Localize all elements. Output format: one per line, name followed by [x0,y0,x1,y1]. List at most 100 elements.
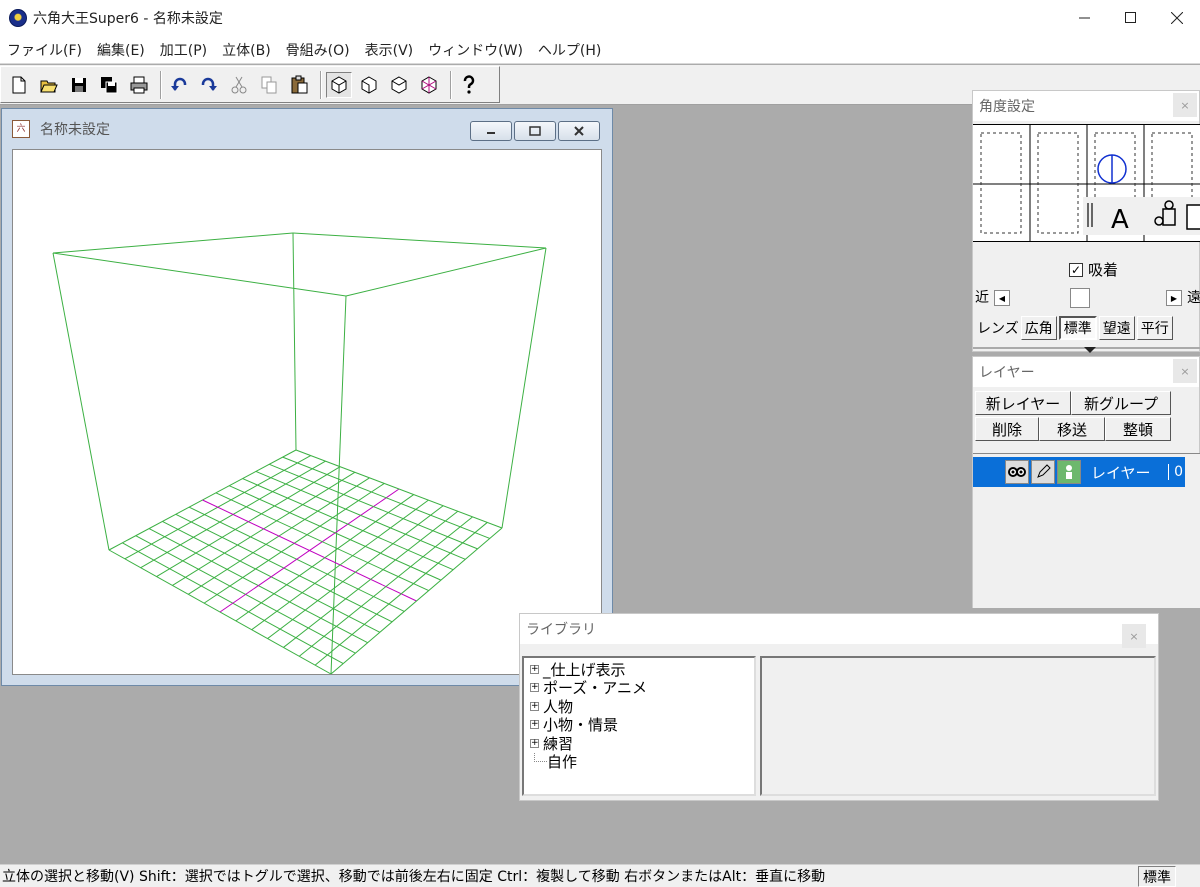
tree-item[interactable]: + ポーズ・アニメ [530,679,754,697]
minimize-button[interactable] [1062,0,1108,36]
library-panel-title[interactable]: ライブラリ [520,614,1158,644]
layer-row[interactable]: レイヤー 0 [973,457,1185,487]
slider-thumb[interactable] [1069,288,1090,308]
menu-edit[interactable]: 編集(E) [90,40,153,60]
expand-icon[interactable]: + [530,683,539,693]
angle-panel-title[interactable]: 角度設定 [973,91,1199,121]
help-button[interactable] [456,72,482,98]
distance-slider-track[interactable]: ◀ ▶ [992,288,1184,308]
doc-close-button[interactable] [558,121,600,141]
view-side-button[interactable] [356,72,382,98]
cut-button[interactable] [226,72,252,98]
copy-icon [261,76,277,93]
lens-wide-button[interactable]: 広角 [1020,316,1057,340]
save-button[interactable] [66,72,92,98]
slider-left-arrow[interactable]: ◀ [994,290,1010,306]
menu-skeleton[interactable]: 骨組み(O) [279,40,358,60]
document-titlebar[interactable]: 六 名称未設定 [2,109,612,149]
view-front-icon [331,75,347,94]
tree-item[interactable]: + 練習 [530,734,754,753]
cube-edge [345,247,547,297]
cube-edge [292,232,547,249]
layer-buttons: 新レイヤー 新グループ 削除 移送 整頓 [973,387,1199,447]
floor-grid-line [283,510,459,648]
layer-panel-close-button[interactable]: × [1173,359,1197,383]
tree-item[interactable]: + _仕上げ表示 [530,660,754,679]
doc-minimize-button[interactable] [470,121,512,141]
redo-button[interactable] [196,72,222,98]
document-window: 六 名称未設定 [1,108,613,686]
3d-viewport[interactable] [12,149,602,675]
expand-icon[interactable]: + [530,738,539,748]
minimize-icon [487,132,495,134]
menu-file[interactable]: ファイル(F) [0,40,90,60]
save-all-button[interactable] [96,72,122,98]
window-title: 六角大王Super6 - 名称未設定 [33,11,223,27]
arrange-layer-button[interactable]: 整頓 [1105,417,1171,441]
angle-view[interactable]: A [973,124,1200,242]
text-tool-icon: A [1111,205,1129,235]
wireframe-view [52,232,547,674]
app-logo-icon[interactable] [9,9,27,27]
library-preview[interactable] [760,656,1156,796]
angle-panel-close-button[interactable]: × [1173,93,1197,117]
lens-tele-button[interactable]: 望遠 [1098,316,1135,340]
collapse-arrow-icon[interactable] [1083,346,1097,354]
view-persp-button[interactable] [416,72,442,98]
delete-layer-button[interactable]: 削除 [975,417,1039,441]
tree-item[interactable]: 自作 [530,753,754,772]
lens-standard-button[interactable]: 標準 [1058,316,1097,340]
cut-icon [231,76,247,93]
menu-window[interactable]: ウィンドウ(W) [421,40,531,60]
close-button[interactable] [1154,0,1200,36]
maximize-button[interactable] [1108,0,1154,36]
view-front-button[interactable] [326,71,352,98]
tree-item-label: 自作 [547,753,578,772]
move-layer-button[interactable]: 移送 [1039,417,1105,441]
main-toolbar [0,66,500,103]
edit-pencil-icon[interactable] [1031,460,1055,484]
doc-restore-button[interactable] [514,121,556,141]
menu-process[interactable]: 加工(P) [153,40,215,60]
menu-view[interactable]: 表示(V) [358,40,422,60]
new-layer-button[interactable]: 新レイヤー [975,391,1071,415]
snap-toggle[interactable]: ✓ 吸着 [1069,259,1118,280]
expand-icon[interactable]: + [530,701,539,711]
tree-item[interactable]: + 人物 [530,697,754,716]
redo-icon [201,77,217,91]
new-group-button[interactable]: 新グループ [1071,391,1171,415]
library-panel-close-button[interactable]: × [1122,624,1146,648]
undo-button[interactable] [166,72,192,98]
layer-panel: レイヤー × 新レイヤー 新グループ 削除 移送 整頓 レイヤー 0 [972,356,1200,608]
expand-icon[interactable]: + [530,664,539,674]
layer-figure-icon[interactable] [1057,460,1081,484]
new-button[interactable] [6,72,32,98]
paste-button[interactable] [286,72,312,98]
print-button[interactable] [126,72,152,98]
toolbar-separator [450,70,452,99]
copy-button[interactable] [256,72,282,98]
status-mode: 標準 [1138,866,1176,887]
status-bar: 立体の選択と移動(V) Shift：選択ではトグルで選択、移動では前後左右に固定… [0,864,1200,887]
menu-help[interactable]: ヘルプ(H) [531,40,609,60]
print-icon [130,76,148,93]
menu-solid[interactable]: 立体(B) [215,40,279,60]
open-button[interactable] [36,72,62,98]
minimize-icon [1079,17,1090,19]
cube-edge [52,232,294,254]
slider-right-arrow[interactable]: ▶ [1166,290,1182,306]
tree-item[interactable]: + 小物・情景 [530,716,754,734]
library-tree: + _仕上げ表示 + ポーズ・アニメ + 人物 + 小物・情景 + 練習 自作 [522,656,756,796]
layer-panel-title[interactable]: レイヤー [973,357,1199,387]
save-icon [72,77,86,92]
view-top-button[interactable] [386,72,412,98]
snap-checkbox[interactable]: ✓ [1069,262,1083,277]
visibility-eye-icon[interactable] [1005,460,1029,484]
status-message: 立体の選択と移動(V) Shift：選択ではトグルで選択、移動では前後左右に固定… [2,869,826,885]
cube-edge [330,295,347,674]
floor-grid-line [267,505,444,639]
document-icon: 六 [12,120,30,138]
expand-icon[interactable]: + [530,720,539,730]
lens-parallel-button[interactable]: 平行 [1136,316,1173,340]
paste-icon [291,75,308,93]
